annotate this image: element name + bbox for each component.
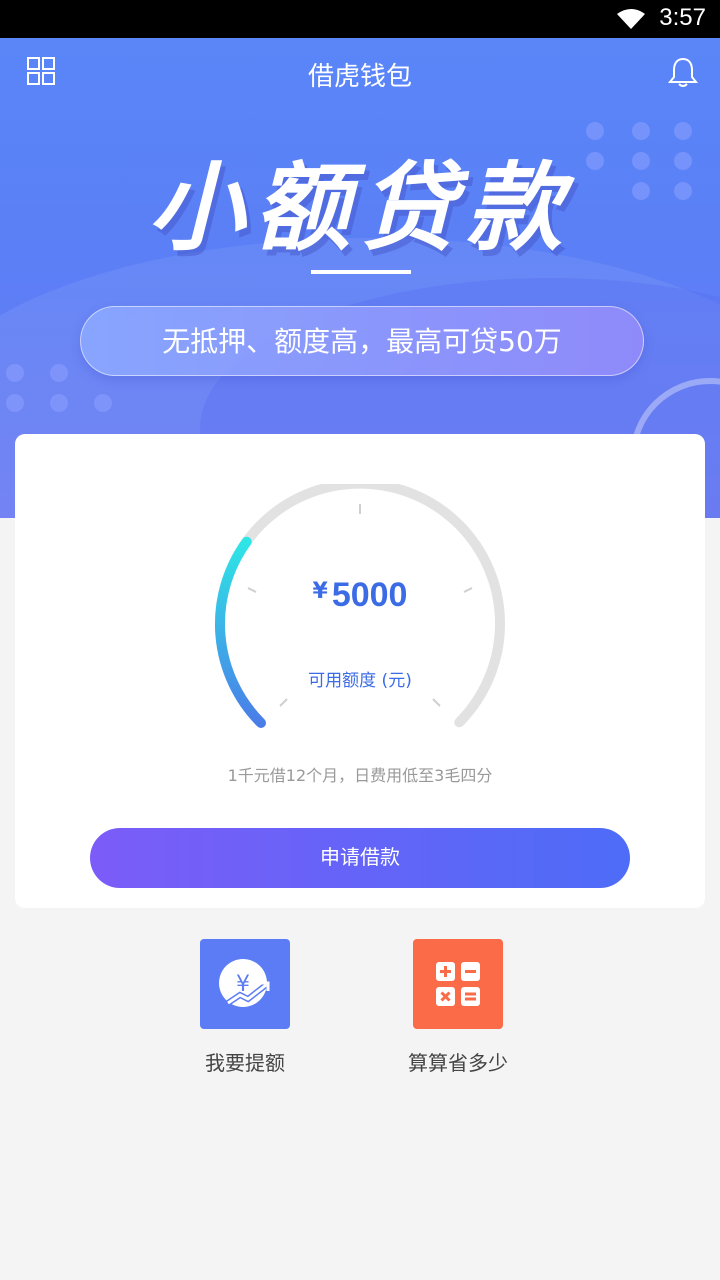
app-title: 借虎钱包	[307, 62, 412, 92]
savings-calculator-shortcut[interactable]: 算算省多少	[388, 939, 528, 1076]
loan-hint: 1千元借12个月，日费用低至3毛四分	[227, 766, 493, 785]
yen-growth-icon[interactable]: ¥	[200, 939, 290, 1029]
currency-symbol: ¥	[312, 579, 328, 604]
banner-title: 小额贷款	[148, 152, 572, 264]
wifi-icon	[617, 9, 645, 29]
gauge-fill	[215, 536, 266, 728]
bell-icon[interactable]	[668, 56, 698, 88]
banner-tagline: 无抵押、额度高，最高可贷50万	[80, 306, 644, 376]
apply-loan-button[interactable]: 申请借款	[90, 828, 630, 888]
available-amount: ¥5000	[15, 576, 705, 615]
status-bar: 3:57	[0, 0, 720, 38]
available-limit-label: 可用额度 (元)	[308, 671, 412, 691]
status-time: 3:57	[659, 4, 706, 31]
amount-value: 5000	[331, 576, 408, 614]
raise-limit-label: 我要提额	[205, 1051, 285, 1075]
calculator-icon[interactable]	[413, 939, 503, 1029]
credit-limit-card: ¥5000 可用额度 (元) 1千元借12个月，日费用低至3毛四分 申请借款	[15, 434, 705, 908]
raise-limit-shortcut[interactable]: ¥ 我要提额	[175, 939, 315, 1076]
title-underline	[311, 270, 411, 274]
savings-calculator-label: 算算省多少	[408, 1051, 508, 1075]
